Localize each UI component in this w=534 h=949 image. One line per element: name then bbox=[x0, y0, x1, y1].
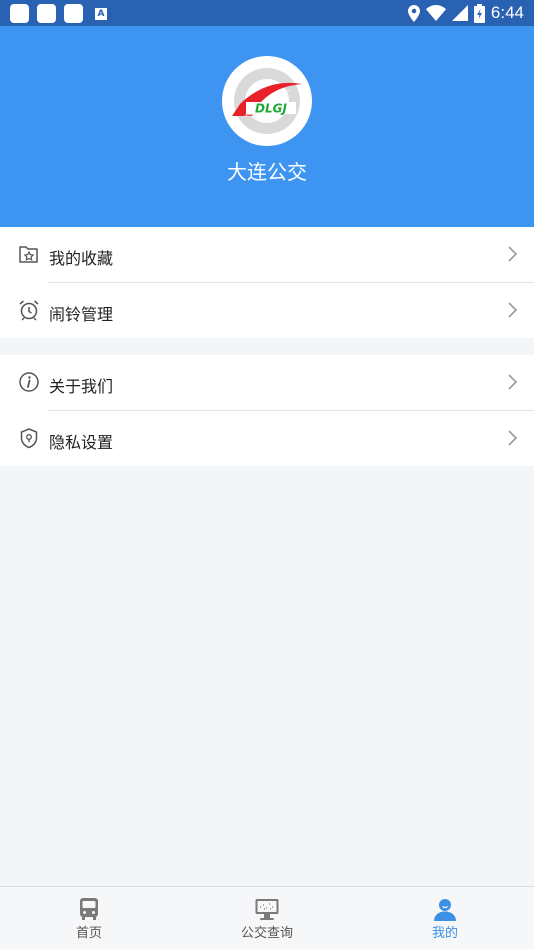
privacy-shield-icon bbox=[20, 428, 38, 449]
status-time: 6:44 bbox=[490, 3, 524, 22]
tab-label: 我的 bbox=[431, 926, 458, 941]
status-bar: A 6:44 bbox=[0, 0, 534, 26]
menu-item-favorites[interactable]: 我的收藏 bbox=[0, 227, 534, 282]
notification-icon bbox=[10, 4, 29, 23]
favorites-icon bbox=[19, 246, 38, 263]
battery-icon bbox=[473, 3, 485, 23]
chevron-right-icon bbox=[508, 374, 517, 390]
location-icon bbox=[407, 4, 420, 22]
tab-home[interactable]: 首页 bbox=[0, 887, 178, 949]
tab-label: 公交查询 bbox=[240, 926, 293, 941]
menu-item-privacy[interactable]: 隐私设置 bbox=[20, 410, 534, 466]
chevron-right-icon bbox=[508, 430, 517, 446]
profile-header: DLGJ 大连公交 bbox=[0, 26, 534, 227]
signal-icon bbox=[451, 5, 468, 21]
bottom-tab-bar: 首页 公交查询 我的 bbox=[0, 886, 534, 949]
tab-label: 首页 bbox=[75, 926, 102, 941]
tab-bus-query[interactable]: 公交查询 bbox=[178, 887, 356, 949]
notification-icon bbox=[64, 4, 83, 23]
user-icon bbox=[434, 899, 456, 921]
menu-group-1: 我的收藏 闹铃管理 bbox=[0, 227, 534, 338]
menu-label: 我的收藏 bbox=[49, 249, 114, 268]
menu-label: 闹铃管理 bbox=[49, 305, 114, 324]
system-status: 6:44 bbox=[407, 3, 524, 23]
notification-a-icon: A bbox=[95, 8, 107, 20]
menu-label: 关于我们 bbox=[49, 377, 114, 396]
dlgj-logo-icon: DLGJ bbox=[232, 68, 302, 134]
app-name: 大连公交 bbox=[227, 160, 307, 184]
notification-icons: A bbox=[10, 4, 107, 23]
chevron-right-icon bbox=[508, 246, 517, 262]
bus-icon bbox=[80, 898, 98, 920]
tab-mine[interactable]: 我的 bbox=[356, 887, 534, 949]
menu-item-about[interactable]: 关于我们 bbox=[0, 355, 534, 410]
wifi-icon bbox=[425, 5, 446, 21]
info-icon bbox=[19, 372, 39, 392]
alarm-clock-icon bbox=[19, 300, 39, 321]
menu-group-2: 关于我们 隐私设置 bbox=[0, 355, 534, 466]
notification-icon bbox=[37, 4, 56, 23]
menu-label: 隐私设置 bbox=[49, 433, 114, 452]
menu-item-alarm[interactable]: 闹铃管理 bbox=[19, 282, 534, 338]
svg-text:DLGJ: DLGJ bbox=[255, 102, 287, 116]
chevron-right-icon bbox=[508, 302, 517, 318]
app-logo[interactable]: DLGJ bbox=[222, 56, 312, 146]
monitor-icon bbox=[255, 899, 279, 920]
